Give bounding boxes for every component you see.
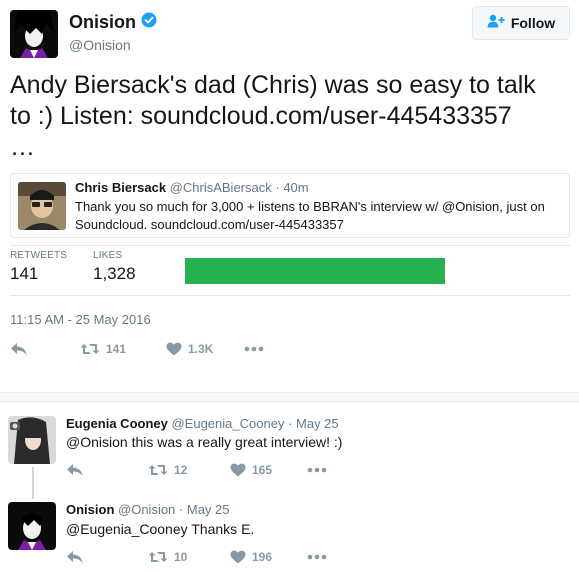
like-count: 196 <box>252 550 273 564</box>
replies-separator <box>0 392 579 402</box>
divider <box>10 245 570 246</box>
likes-stat[interactable]: LIKES 1,328 <box>93 250 136 284</box>
tweet-text-line1: Andy Biersack's dad (Chris) was so easy … <box>10 71 536 99</box>
retweet-button[interactable]: 12 <box>148 463 230 477</box>
like-icon <box>230 550 246 564</box>
quoted-header: Chris Biersack @ChrisABiersack · 40m <box>75 180 309 195</box>
more-icon <box>244 346 264 352</box>
main-tweet: Onision @Onision Follow Andy Biersack's … <box>0 0 579 392</box>
author-avatar[interactable] <box>10 10 58 58</box>
reply-icon <box>66 463 84 477</box>
quoted-tweet[interactable]: Chris Biersack @ChrisABiersack · 40m Tha… <box>10 173 570 238</box>
more-button[interactable] <box>244 346 264 352</box>
author-info: Onision @Onision <box>69 12 157 53</box>
like-button[interactable]: 165 <box>230 463 307 477</box>
reply-author-avatar[interactable] <box>8 502 56 550</box>
more-button[interactable] <box>307 467 327 473</box>
more-icon <box>307 554 327 560</box>
tweet-text: Andy Biersack's dad (Chris) was so easy … <box>10 70 570 163</box>
retweets-label: RETWEETS <box>10 250 68 261</box>
quoted-author-name[interactable]: Chris Biersack <box>75 180 166 195</box>
reply-text: @Onision this was a really great intervi… <box>66 434 343 450</box>
author-handle[interactable]: @Onision <box>69 37 157 53</box>
retweet-icon <box>148 463 168 477</box>
verified-icon <box>141 12 157 33</box>
more-icon <box>307 467 327 473</box>
quoted-author-avatar[interactable] <box>18 182 66 230</box>
follow-label: Follow <box>510 15 556 31</box>
reply-author-handle[interactable]: @Eugenia_Cooney <box>171 416 284 431</box>
likes-label: LIKES <box>93 250 123 261</box>
reply-button[interactable] <box>66 463 148 477</box>
like-button[interactable]: 196 <box>230 550 307 564</box>
retweet-icon <box>80 342 100 356</box>
author-name[interactable]: Onision <box>69 12 157 33</box>
retweets-value: 141 <box>10 264 39 283</box>
retweet-button[interactable]: 10 <box>148 550 230 564</box>
reply-icon <box>66 550 84 564</box>
follow-person-icon <box>487 14 505 33</box>
reply-header: Eugenia Cooney @Eugenia_Cooney · May 25 <box>66 416 339 431</box>
like-icon <box>166 342 182 356</box>
like-button[interactable]: 1.3K <box>166 342 244 356</box>
retweet-count: 12 <box>174 463 188 477</box>
tweet-text-line2[interactable]: to :) Listen: soundcloud.com/user-445433… <box>10 101 570 132</box>
tweet-actions: 141 1.3K <box>10 342 264 356</box>
reply-time[interactable]: · May 25 <box>288 416 339 431</box>
quoted-time[interactable]: · 40m <box>275 180 308 195</box>
reply-actions: 10 196 <box>66 550 327 564</box>
reply-tweet[interactable]: Eugenia Cooney @Eugenia_Cooney · May 25 … <box>0 402 579 502</box>
like-icon <box>230 463 246 477</box>
reply-author-avatar[interactable] <box>8 416 56 464</box>
reply-author-handle[interactable]: @Onision <box>118 502 175 517</box>
retweet-count: 10 <box>174 550 188 564</box>
reply-icon <box>10 342 28 356</box>
reply-text: @Eugenia_Cooney Thanks E. <box>66 521 255 537</box>
tweet-text-ellipsis: … <box>10 133 35 161</box>
like-count: 165 <box>252 463 273 477</box>
quoted-author-handle[interactable]: @ChrisABiersack <box>170 180 272 195</box>
more-button[interactable] <box>307 554 327 560</box>
quoted-text: Thank you so much for 3,000 + listens to… <box>75 199 545 232</box>
reply-time[interactable]: · May 25 <box>179 502 230 517</box>
retweet-icon <box>148 550 168 564</box>
reply-tweet[interactable]: Onision @Onision · May 25 @Eugenia_Coone… <box>0 495 579 573</box>
retweets-stat[interactable]: RETWEETS 141 <box>10 250 67 284</box>
divider <box>10 295 570 296</box>
likers-avatars-bar <box>185 258 445 284</box>
likes-value: 1,328 <box>93 264 136 283</box>
reply-button[interactable] <box>66 550 148 564</box>
reply-author-name[interactable]: Onision <box>66 502 114 517</box>
like-count: 1.3K <box>188 342 214 356</box>
retweet-count: 141 <box>106 342 127 356</box>
reply-header: Onision @Onision · May 25 <box>66 502 230 517</box>
retweet-button[interactable]: 141 <box>80 342 166 356</box>
reply-actions: 12 165 <box>66 463 327 477</box>
reply-button[interactable] <box>10 342 80 356</box>
follow-button[interactable]: Follow <box>472 6 570 40</box>
tweet-timestamp[interactable]: 11:15 AM - 25 May 2016 <box>10 312 151 327</box>
reply-author-name[interactable]: Eugenia Cooney <box>66 416 168 431</box>
